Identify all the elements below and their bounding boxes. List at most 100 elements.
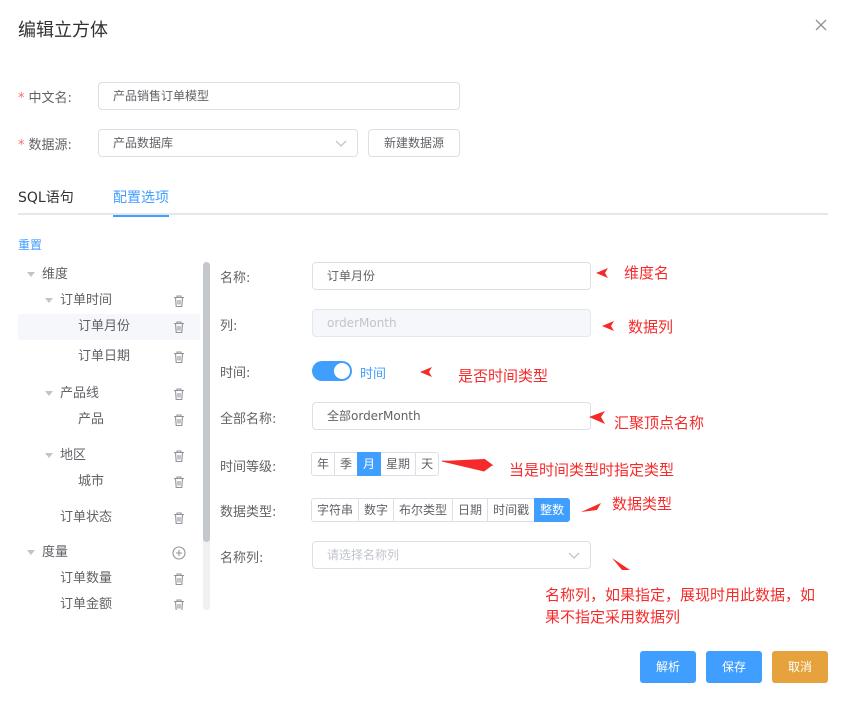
trash-icon[interactable] bbox=[172, 350, 186, 364]
annotation-arrow bbox=[441, 458, 494, 472]
segment-option[interactable]: 季 bbox=[334, 452, 359, 476]
annotation-arrow bbox=[602, 321, 614, 331]
full-name-input[interactable]: 全部orderMonth bbox=[312, 402, 591, 430]
annotation-arrow bbox=[589, 411, 605, 424]
chevron-down-icon bbox=[568, 552, 580, 559]
caret-down-icon[interactable] bbox=[45, 298, 53, 303]
plus-circle-icon[interactable] bbox=[172, 546, 186, 560]
tab-sql[interactable]: SQL语句 bbox=[18, 187, 74, 217]
tree-node-label: 订单数量 bbox=[60, 571, 113, 586]
annotation-name-column-line2: 果不指定采用数据列 bbox=[545, 608, 681, 626]
tree-node-label: 订单金额 bbox=[60, 597, 113, 610]
tree-node[interactable]: 地区 bbox=[18, 443, 200, 469]
tree-node[interactable]: 订单数量 bbox=[18, 566, 200, 592]
tree-node-label: 订单月份 bbox=[78, 319, 131, 334]
time-level-label: 时间等级: bbox=[220, 460, 277, 475]
tree-node[interactable]: 订单月份 bbox=[18, 314, 200, 340]
column-value: orderMonth bbox=[327, 316, 397, 330]
tree-node[interactable]: 产品 bbox=[18, 407, 200, 433]
caret-down-icon[interactable] bbox=[27, 550, 35, 555]
full-name-value: 全部orderMonth bbox=[327, 409, 421, 423]
tree-node[interactable]: 订单时间 bbox=[18, 288, 200, 314]
annotation-column: 数据列 bbox=[628, 318, 674, 336]
required-mark: * bbox=[18, 91, 25, 106]
annotation-arrow bbox=[612, 558, 630, 570]
segment-option[interactable]: 字符串 bbox=[311, 498, 360, 522]
trash-icon[interactable] bbox=[172, 413, 186, 427]
segment-option[interactable]: 整数 bbox=[534, 498, 571, 522]
segment-option[interactable]: 年 bbox=[311, 452, 336, 476]
cn-name-input[interactable]: 产品销售订单模型 bbox=[98, 82, 460, 110]
tree-node-label: 订单日期 bbox=[78, 349, 131, 364]
annotation-arrow bbox=[581, 503, 601, 512]
tree-node-label: 城市 bbox=[78, 474, 105, 489]
required-mark: * bbox=[18, 138, 25, 153]
name-column-select[interactable]: 请选择名称列 bbox=[312, 541, 591, 569]
tree-node-label: 订单状态 bbox=[60, 510, 113, 525]
data-type-label: 数据类型: bbox=[220, 505, 277, 520]
cn-name-value: 产品销售订单模型 bbox=[113, 89, 210, 103]
name-input[interactable]: 订单月份 bbox=[312, 262, 591, 290]
trash-icon[interactable] bbox=[172, 320, 186, 334]
column-label: 列: bbox=[220, 319, 238, 334]
tabs-bar: SQL语句 配置选项 bbox=[18, 185, 828, 217]
trash-icon[interactable] bbox=[172, 449, 186, 463]
trash-icon[interactable] bbox=[172, 572, 186, 586]
annotation-arrow bbox=[420, 367, 432, 377]
annotation-name-column-line1: 名称列，如果指定，展现时用此数据，如 bbox=[545, 586, 816, 604]
segment-option[interactable]: 时间戳 bbox=[487, 498, 536, 522]
annotation-time-level: 当是时间类型时指定类型 bbox=[509, 461, 675, 479]
tree-node[interactable]: 产品线 bbox=[18, 381, 200, 407]
tree-node[interactable]: 城市 bbox=[18, 469, 200, 495]
tree-node-label: 产品线 bbox=[60, 386, 100, 401]
tree-node[interactable]: 维度 bbox=[18, 262, 200, 288]
new-datasource-button[interactable]: 新建数据源 bbox=[368, 129, 460, 157]
tree-node[interactable]: 订单日期 bbox=[18, 344, 200, 370]
tree-node-label: 维度 bbox=[42, 267, 69, 282]
name-value: 订单月份 bbox=[327, 269, 376, 283]
scrollbar-thumb[interactable] bbox=[203, 262, 210, 542]
segment-option[interactable]: 日期 bbox=[452, 498, 489, 522]
caret-down-icon[interactable] bbox=[45, 391, 53, 396]
parse-button[interactable]: 解析 bbox=[640, 651, 696, 683]
column-input: orderMonth bbox=[312, 309, 591, 337]
cn-name-label: * 中文名: bbox=[18, 87, 72, 106]
tab-config[interactable]: 配置选项 bbox=[113, 187, 169, 217]
reset-link[interactable]: 重置 bbox=[18, 236, 42, 253]
tree-node-label: 度量 bbox=[42, 545, 69, 560]
name-column-placeholder: 请选择名称列 bbox=[327, 548, 400, 562]
chevron-down-icon bbox=[335, 140, 347, 147]
tree-node[interactable]: 订单状态 bbox=[18, 505, 200, 531]
annotation-arrow bbox=[596, 268, 608, 278]
close-icon[interactable] bbox=[812, 16, 830, 34]
caret-down-icon[interactable] bbox=[45, 453, 53, 458]
segment-option[interactable]: 星期 bbox=[380, 452, 417, 476]
caret-down-icon[interactable] bbox=[27, 272, 35, 277]
tree-node[interactable]: 度量 bbox=[18, 540, 200, 566]
datasource-select[interactable]: 产品数据库 bbox=[98, 129, 358, 157]
cancel-button[interactable]: 取消 bbox=[772, 651, 828, 683]
time-switch[interactable] bbox=[312, 361, 352, 381]
tree-node[interactable]: 订单金额 bbox=[18, 592, 200, 610]
save-button[interactable]: 保存 bbox=[706, 651, 762, 683]
tree-node-label: 订单时间 bbox=[60, 293, 113, 308]
trash-icon[interactable] bbox=[172, 387, 186, 401]
trash-icon[interactable] bbox=[172, 475, 186, 489]
trash-icon[interactable] bbox=[172, 294, 186, 308]
annotation-data-type: 数据类型 bbox=[612, 495, 673, 513]
datasource-label-text: 数据源: bbox=[28, 138, 72, 153]
tree-node-label: 地区 bbox=[60, 448, 87, 463]
trash-icon[interactable] bbox=[172, 598, 186, 610]
time-label: 时间: bbox=[220, 366, 251, 381]
segment-option[interactable]: 月 bbox=[357, 452, 382, 476]
segment-option[interactable]: 天 bbox=[415, 452, 440, 476]
datasource-label: * 数据源: bbox=[18, 134, 72, 153]
trash-icon[interactable] bbox=[172, 511, 186, 525]
segment-option[interactable]: 数字 bbox=[358, 498, 395, 522]
name-column-label: 名称列: bbox=[220, 551, 264, 566]
cn-name-label-text: 中文名: bbox=[28, 91, 72, 106]
annotation-name: 维度名 bbox=[624, 264, 670, 282]
data-type-group: 字符串 数字 布尔类型 日期 时间戳 整数 bbox=[311, 498, 571, 522]
scrollbar[interactable] bbox=[203, 262, 210, 610]
segment-option[interactable]: 布尔类型 bbox=[393, 498, 454, 522]
